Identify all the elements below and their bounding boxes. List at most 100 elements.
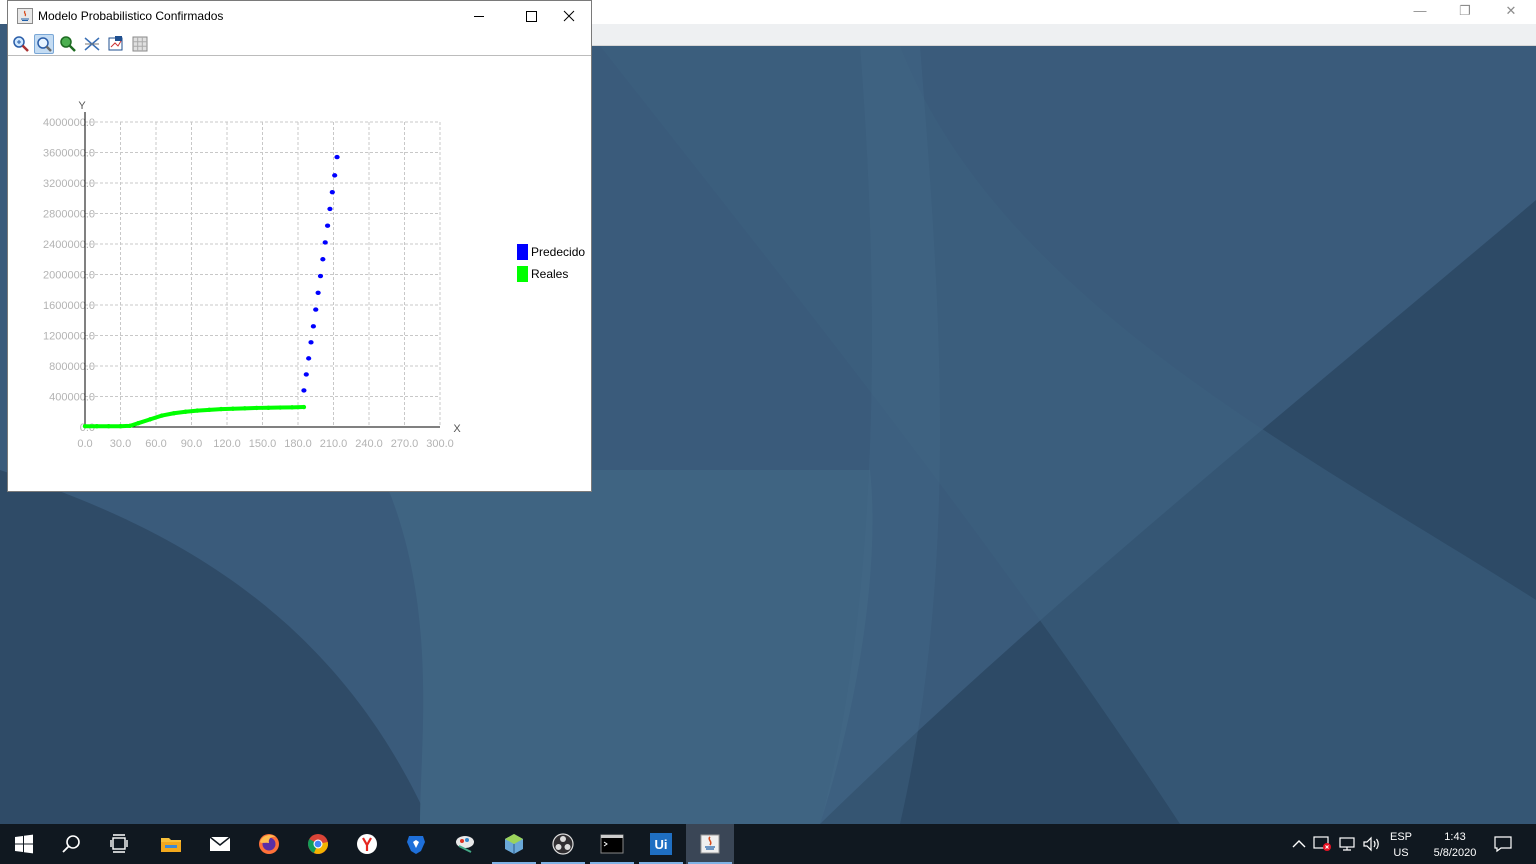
series-line-reales <box>85 405 304 429</box>
data-point-reales <box>171 411 176 416</box>
legend-label-reales: Reales <box>531 267 569 281</box>
data-point-reales <box>218 406 224 412</box>
tray-language-code: ESP <box>1390 831 1413 843</box>
y-tick-label: 2800000.0 <box>43 209 95 221</box>
data-point-predecido <box>308 340 314 345</box>
taskbar-terminal[interactable] <box>588 824 636 864</box>
tray-clock[interactable]: 1:43 5/8/2020 <box>1420 829 1490 861</box>
data-point-predecido <box>322 240 328 245</box>
data-point-predecido <box>313 307 319 312</box>
bg-minimize-icon[interactable]: — <box>1405 2 1435 20</box>
data-point-predecido <box>301 388 307 393</box>
taskbar-java[interactable] <box>686 824 734 864</box>
start-button[interactable] <box>0 824 48 864</box>
tray-security-icon[interactable] <box>1313 835 1333 853</box>
minimize-button[interactable] <box>456 1 502 32</box>
tray-language[interactable]: ESP US <box>1390 829 1412 861</box>
tray-network-icon[interactable] <box>1338 835 1358 853</box>
firefox-icon <box>259 834 279 854</box>
terminal-icon <box>600 834 624 854</box>
data-point-reales <box>254 405 259 411</box>
close-button[interactable] <box>547 1 593 32</box>
y-tick-label: 3600000.0 <box>43 148 95 160</box>
zoom-out-icon[interactable] <box>58 34 78 54</box>
data-point-reales <box>159 413 165 418</box>
data-point-reales <box>127 423 133 429</box>
data-point-predecido <box>327 206 333 212</box>
y-tick-label: 3200000.0 <box>43 178 95 190</box>
scale-icon[interactable] <box>82 34 102 54</box>
taskbar-yandex[interactable] <box>343 824 391 864</box>
data-point-reales <box>82 424 88 429</box>
zoom-in-icon[interactable] <box>11 34 31 54</box>
title-bar[interactable]: Modelo Probabilistico Confirmados <box>8 1 591 32</box>
taskbar-app[interactable] <box>441 824 489 864</box>
search-button[interactable] <box>48 824 96 864</box>
y-axis-label: Y <box>78 100 86 112</box>
taskbar-chrome[interactable] <box>294 824 342 864</box>
taskbar: Ui ESP US 1:43 5/8/2020 <box>0 824 1536 864</box>
scatter-chart: 0.0 30.0 60.0 90.0 120.0 150.0 180.0 210.0 240.0… <box>43 100 461 450</box>
mail-icon <box>209 836 231 851</box>
app-icon <box>456 836 474 853</box>
bg-close-icon[interactable]: ✕ <box>1496 2 1526 20</box>
data-point-predecido <box>317 273 324 279</box>
chrome-icon <box>308 834 328 854</box>
x-tick-label: 30.0 <box>110 438 131 450</box>
data-point-reales <box>136 420 141 426</box>
tray-volume-icon[interactable] <box>1362 835 1382 853</box>
taskbar-brave[interactable] <box>392 824 440 864</box>
legend-swatch-predecido <box>517 244 528 260</box>
task-view-icon <box>110 834 128 853</box>
y-tick-label: 2400000.0 <box>43 239 95 251</box>
x-tick-label: 240.0 <box>355 438 383 450</box>
task-view-button[interactable] <box>96 824 144 864</box>
data-point-predecido <box>334 154 340 160</box>
data-point-reales <box>207 407 212 413</box>
data-point-predecido <box>303 372 309 377</box>
data-point-reales <box>183 409 188 414</box>
x-tick-label: 120.0 <box>213 438 241 450</box>
taskbar-firefox[interactable] <box>245 824 293 864</box>
maximize-button[interactable] <box>501 1 547 32</box>
data-point-predecido <box>310 324 316 329</box>
data-point-reales <box>94 424 100 429</box>
taskbar-obs[interactable] <box>539 824 587 864</box>
data-point-reales <box>195 408 200 413</box>
java-icon <box>700 834 720 854</box>
data-point-predecido <box>324 223 331 228</box>
x-tick-label: 0.0 <box>77 438 92 450</box>
data-point-predecido <box>320 257 326 262</box>
x-tick-label: 210.0 <box>320 438 348 450</box>
taskbar-virtualbox[interactable] <box>490 824 538 864</box>
data-point-reales <box>266 405 271 410</box>
data-point-reales <box>230 406 236 411</box>
tray-date: 5/8/2020 <box>1433 847 1477 859</box>
y-tick-label: 800000.0 <box>49 361 95 373</box>
x-tick-label: 180.0 <box>284 438 312 450</box>
svg-text:Ui: Ui <box>655 837 668 852</box>
window-title: Modelo Probabilistico Confirmados <box>38 9 224 23</box>
taskbar-uipath[interactable]: Ui <box>637 824 685 864</box>
data-point-reales <box>242 406 247 411</box>
yandex-icon <box>357 834 377 854</box>
y-tick-label: 4000000.0 <box>43 117 95 129</box>
export-icon[interactable] <box>106 34 126 54</box>
legend-label-predecido: Predecido <box>531 245 586 259</box>
zoom-icon[interactable] <box>34 34 54 54</box>
data-point-predecido <box>332 173 338 178</box>
y-tick-label: 400000.0 <box>49 392 95 404</box>
tray-show-hidden-icon[interactable] <box>1290 836 1308 852</box>
taskbar-mail[interactable] <box>196 824 244 864</box>
taskbar-file-explorer[interactable] <box>147 824 195 864</box>
bg-restore-icon[interactable]: ❐ <box>1450 2 1480 20</box>
y-tick-label: 1200000.0 <box>43 331 95 343</box>
data-point-reales <box>278 405 283 410</box>
x-tick-label: 270.0 <box>391 438 419 450</box>
start-icon <box>15 834 33 854</box>
data-point-reales <box>106 424 111 429</box>
action-center-icon[interactable] <box>1494 835 1512 853</box>
x-tick-label: 90.0 <box>181 438 202 450</box>
file-explorer-icon <box>161 838 181 852</box>
grid-toggle-icon[interactable] <box>130 34 150 54</box>
